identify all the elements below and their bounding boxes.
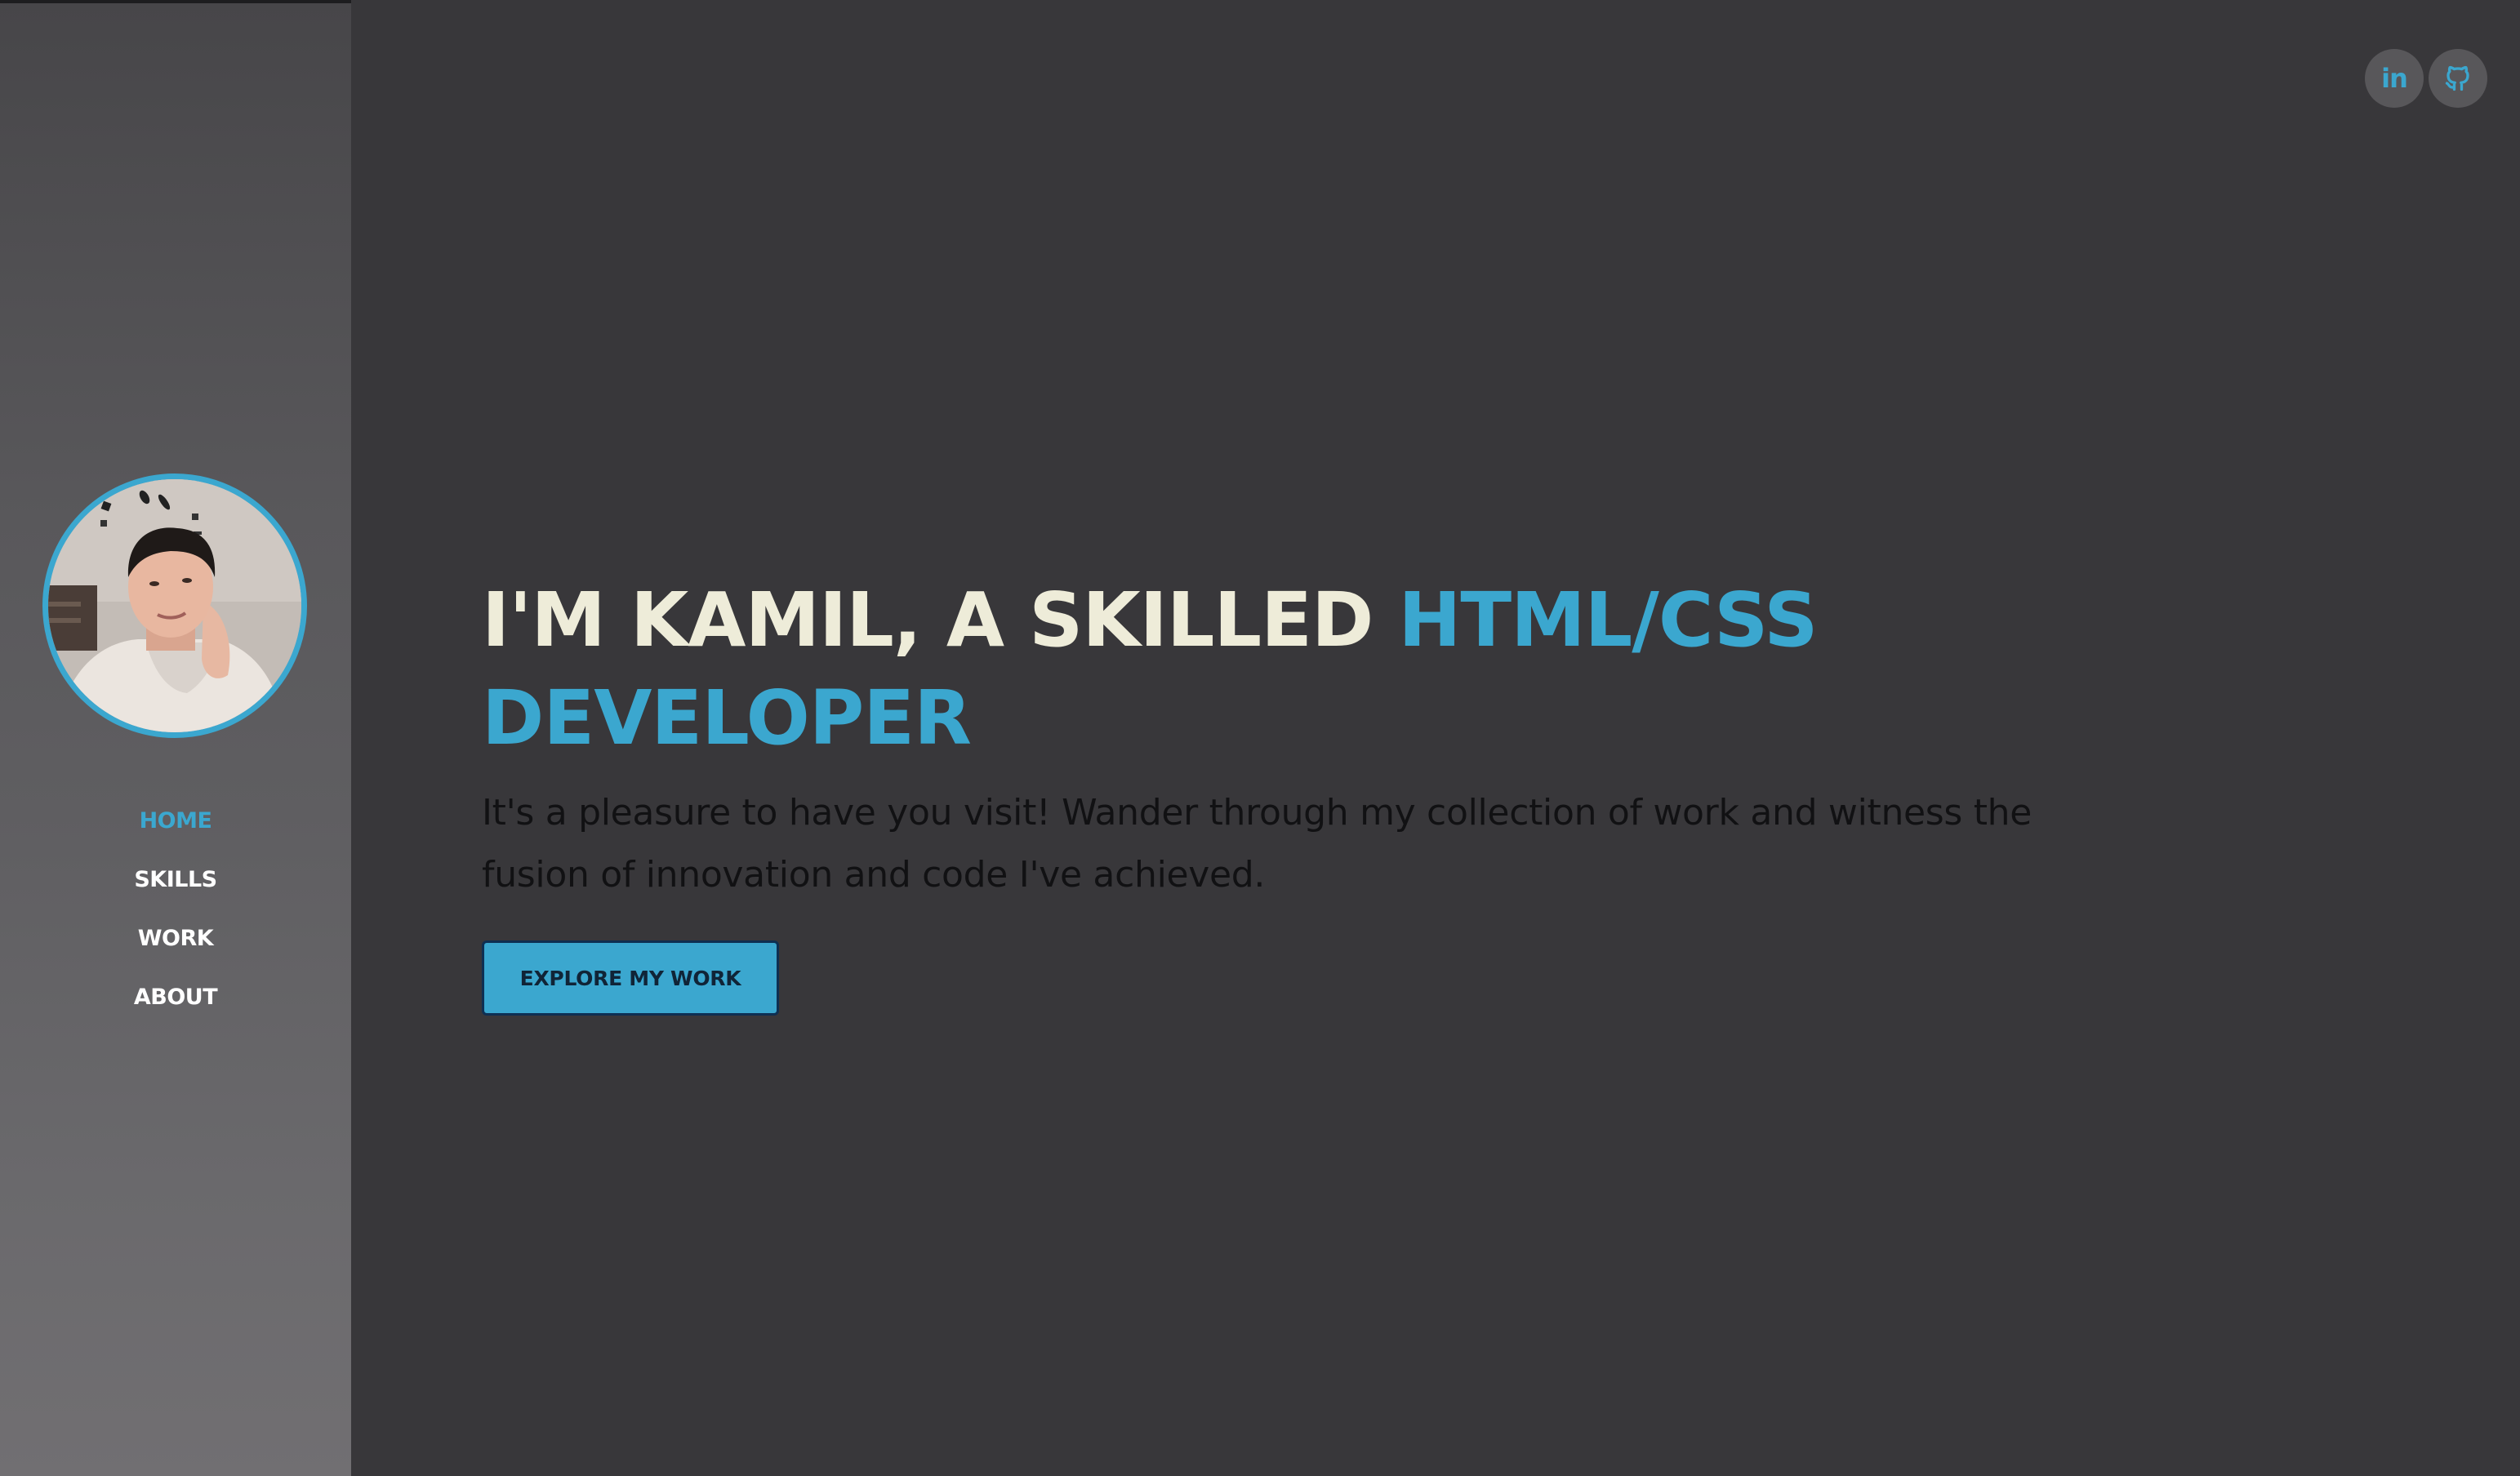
nav-item-about[interactable]: ABOUT bbox=[0, 967, 351, 1026]
linkedin-icon: in bbox=[2381, 63, 2408, 94]
hero-section: I'M KAMIL, A SKILLED HTML/CSS DEVELOPER … bbox=[482, 571, 2197, 1016]
github-icon bbox=[2445, 65, 2469, 91]
profile-photo bbox=[48, 479, 301, 732]
avatar bbox=[42, 473, 307, 738]
github-button[interactable] bbox=[2429, 49, 2487, 108]
social-links: in bbox=[2365, 49, 2487, 108]
main-nav: HOME SKILLS WORK ABOUT bbox=[0, 791, 351, 1026]
hero-intro-text: It's a pleasure to have you visit! Wande… bbox=[482, 792, 2032, 896]
nav-item-home[interactable]: HOME bbox=[0, 791, 351, 850]
headline-intro: I'M KAMIL, A SKILLED bbox=[482, 576, 1399, 664]
nav-item-skills[interactable]: SKILLS bbox=[0, 850, 351, 909]
hero-headline: I'M KAMIL, A SKILLED HTML/CSS DEVELOPER bbox=[482, 571, 2115, 767]
linkedin-button[interactable]: in bbox=[2365, 49, 2424, 108]
nav-item-work[interactable]: WORK bbox=[0, 909, 351, 967]
sidebar: HOME SKILLS WORK ABOUT bbox=[0, 0, 351, 1476]
page: HOME SKILLS WORK ABOUT in I'M KAMIL, A S… bbox=[0, 0, 2520, 1476]
explore-work-button[interactable]: EXPLORE MY WORK bbox=[482, 940, 779, 1016]
